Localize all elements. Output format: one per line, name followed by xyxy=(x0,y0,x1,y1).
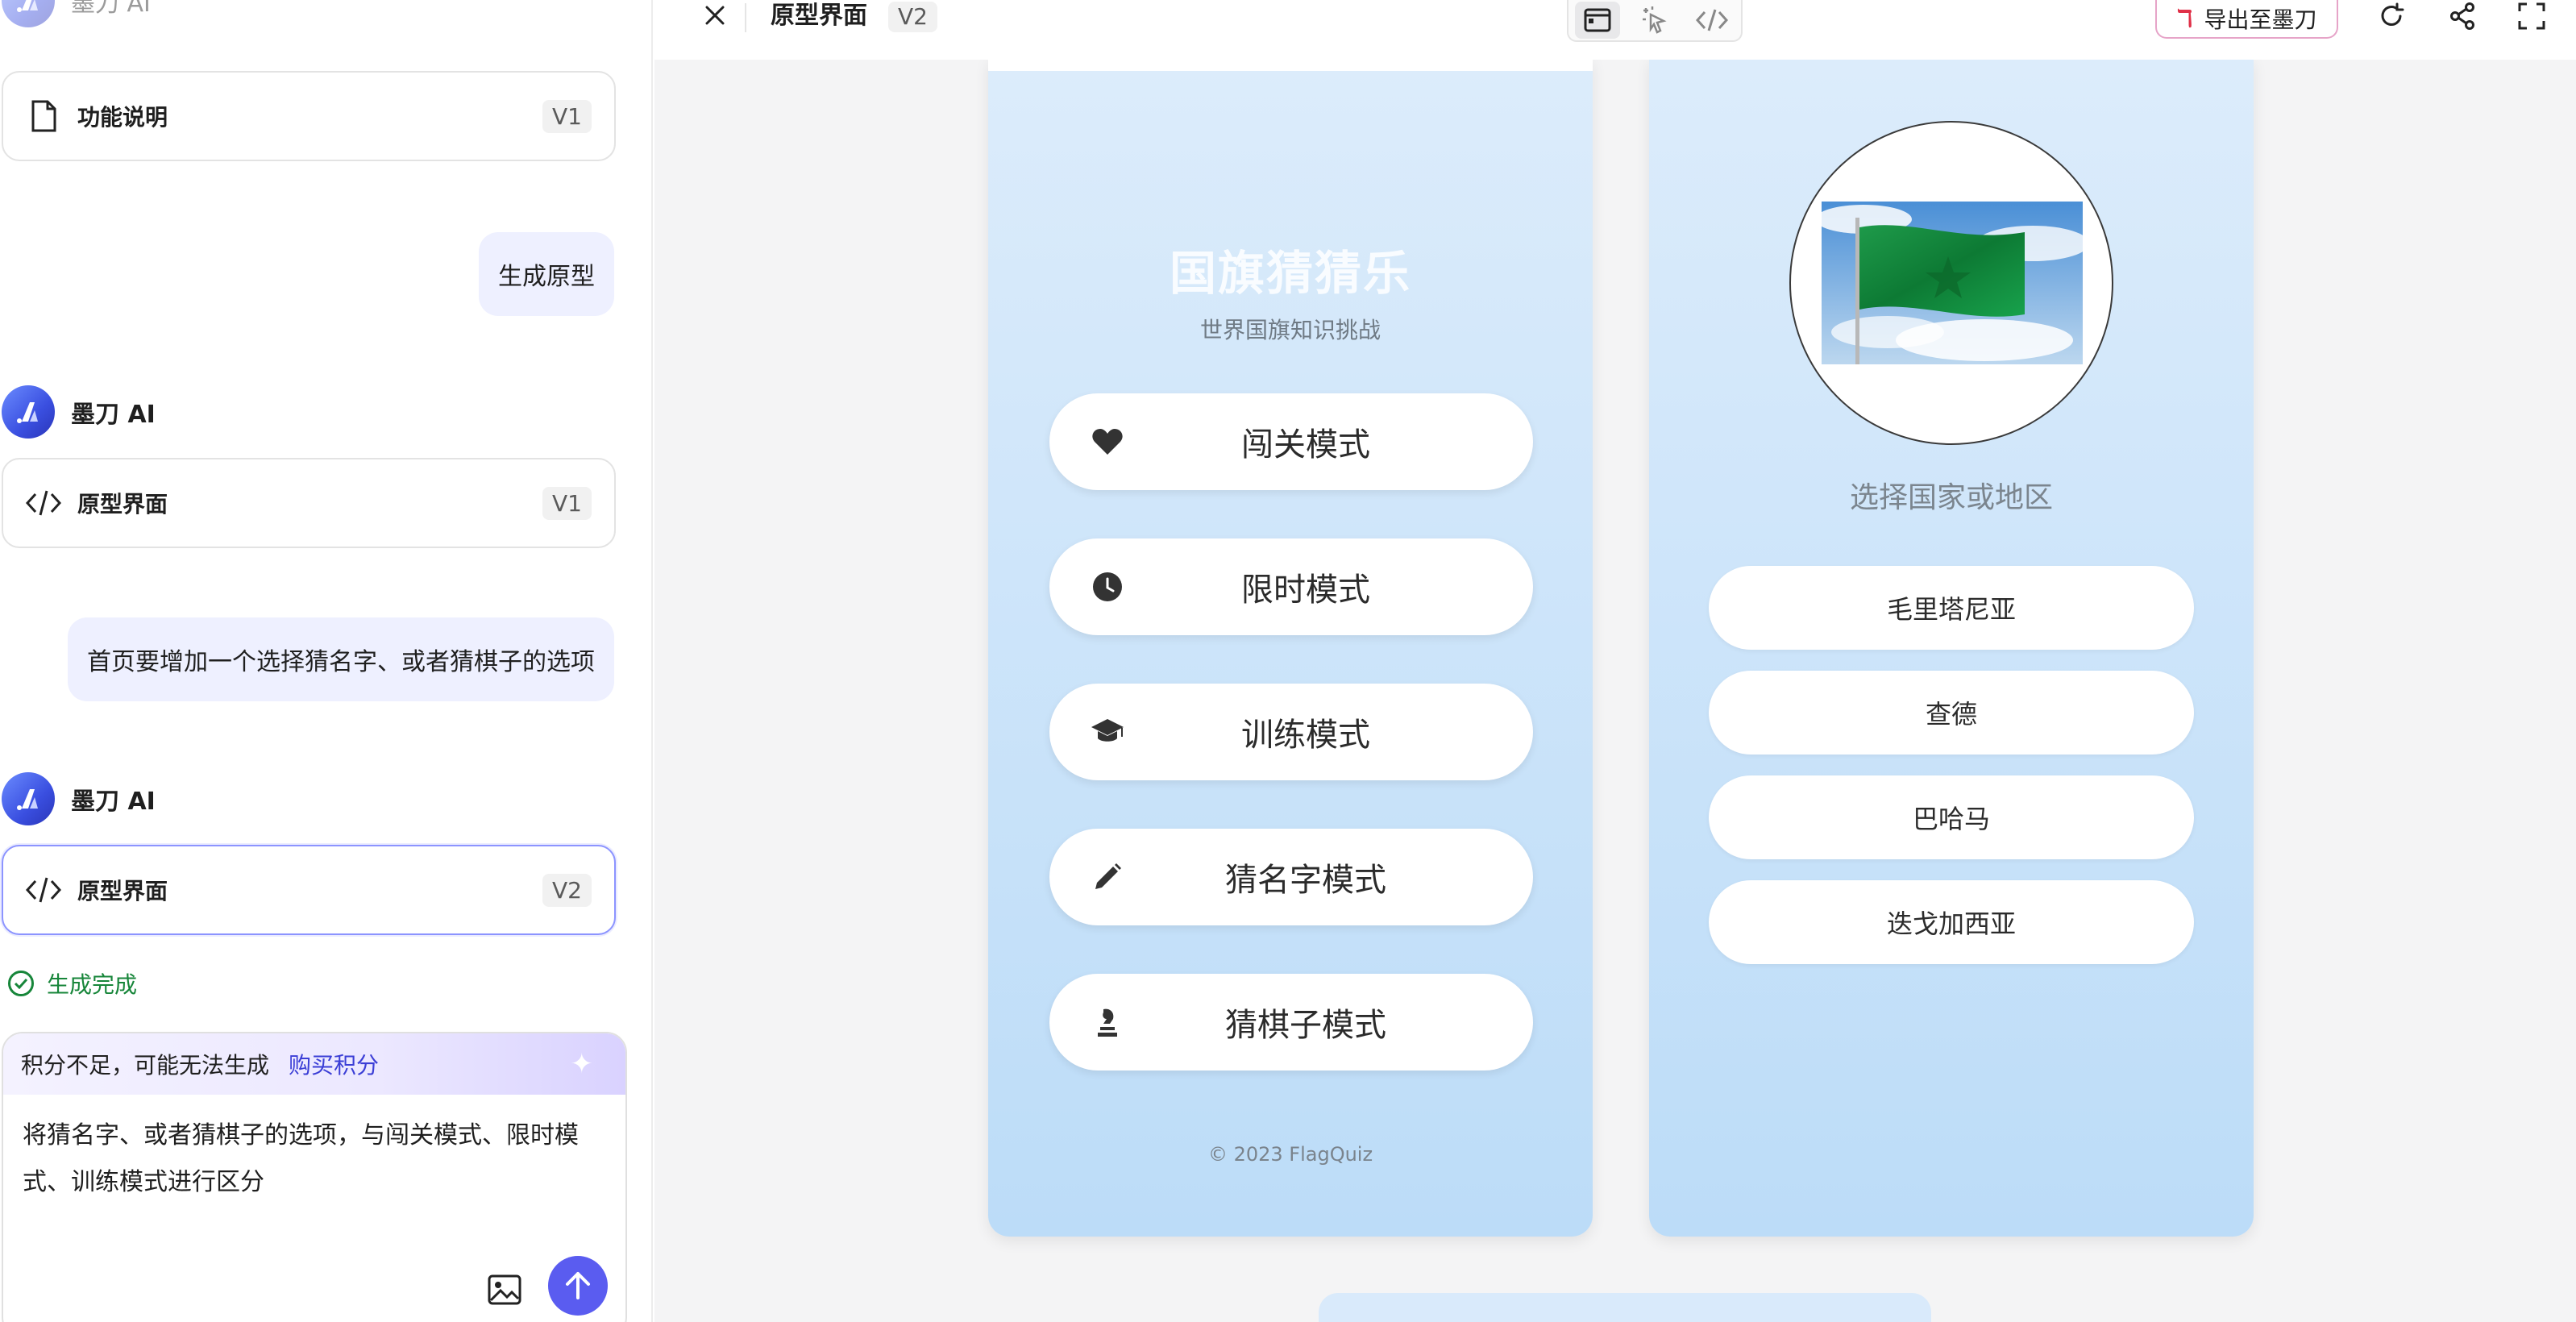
code-icon xyxy=(26,485,61,521)
mode-button-challenge[interactable]: 闯关模式 xyxy=(1049,393,1533,490)
image-upload-button[interactable] xyxy=(482,1267,527,1312)
moadao-logo-icon xyxy=(17,402,38,423)
modao-brand-icon: ℸ xyxy=(2176,4,2193,33)
buy-credits-link[interactable]: 购买积分 xyxy=(289,1048,379,1080)
close-button[interactable] xyxy=(695,0,735,35)
heart-icon xyxy=(1090,424,1125,459)
message-composer: 积分不足，可能无法生成 购买积分 ✦ 将猜名字、或者猜棋子的选项，与闯关模式、限… xyxy=(2,1032,627,1322)
phone-screen-peek xyxy=(1319,1293,1931,1322)
ai-header: 墨刀 AI xyxy=(2,771,156,827)
file-name: 原型界面 xyxy=(77,491,168,518)
window-icon xyxy=(1584,8,1611,32)
refresh-button[interactable] xyxy=(2371,0,2412,32)
version-badge: V1 xyxy=(542,486,592,520)
flag-image-frame xyxy=(1789,121,2113,445)
message-input[interactable]: 将猜名字、或者猜棋子的选项，与闯关模式、限时模式、训练模式进行区分 xyxy=(3,1095,600,1224)
code-icon xyxy=(26,872,61,908)
file-card-prototype-v1[interactable]: 原型界面 V1 xyxy=(2,458,616,548)
question-prompt: 选择国家或地区 xyxy=(1849,481,2053,514)
ai-header: 墨刀 AI xyxy=(2,384,156,440)
chat-panel: 墨刀 AI 功能说明 V1 生成原型 墨刀 AI 原型界面 V1 首页要增加一个… xyxy=(0,0,653,1322)
answer-option[interactable]: 巴哈马 xyxy=(1709,775,2194,859)
answer-option[interactable]: 毛里塔尼亚 xyxy=(1709,566,2194,650)
code-icon xyxy=(1696,9,1729,31)
preview-title: 原型界面 xyxy=(771,2,867,30)
clock-icon xyxy=(1090,569,1125,605)
ai-avatar xyxy=(2,772,55,825)
credit-notice-text: 积分不足，可能无法生成 xyxy=(21,1052,270,1079)
mode-button-timed[interactable]: 限时模式 xyxy=(1049,538,1533,635)
view-mode-switcher xyxy=(1567,0,1743,42)
arrow-up-icon xyxy=(566,1272,590,1299)
preview-mode-button[interactable] xyxy=(1574,2,1620,39)
moadao-logo-icon xyxy=(17,789,38,810)
close-icon xyxy=(705,6,725,25)
ai-name: 墨刀 AI xyxy=(71,788,156,816)
moadao-logo-icon xyxy=(17,0,38,12)
check-circle-icon xyxy=(8,971,34,996)
fullscreen-icon xyxy=(2518,2,2545,30)
answer-option[interactable]: 查德 xyxy=(1709,671,2194,755)
export-label: 导出至墨刀 xyxy=(2204,6,2317,33)
ai-avatar xyxy=(2,0,55,27)
ai-name: 墨刀 AI xyxy=(71,401,156,429)
fullscreen-button[interactable] xyxy=(2512,0,2552,32)
file-card-prototype-v2[interactable]: 原型界面 V2 xyxy=(2,845,616,935)
document-icon xyxy=(26,98,61,134)
version-badge[interactable]: V2 xyxy=(888,2,937,32)
app-title: 国旗猜猜乐 xyxy=(1169,246,1411,301)
mode-button-guess-chess[interactable]: 猜棋子模式 xyxy=(1049,974,1533,1070)
file-name: 原型界面 xyxy=(77,878,168,904)
ai-name: 墨刀 AI xyxy=(71,0,151,18)
divider xyxy=(745,3,746,32)
send-button[interactable] xyxy=(548,1256,608,1316)
preview-panel: 国旗猜猜乐 世界国旗知识挑战 闯关模式 限时模式 训练模式 猜名字模式 猜棋子模… xyxy=(654,0,2576,1322)
flag-image xyxy=(1815,202,2089,364)
share-button[interactable] xyxy=(2442,0,2483,32)
chess-piece-icon xyxy=(1090,1004,1125,1040)
phone-screen-quiz: 选择国家或地区 毛里塔尼亚 查德 巴哈马 迭戈加西亚 xyxy=(1649,58,2254,1237)
select-mode-button[interactable] xyxy=(1632,2,1677,39)
answer-option[interactable]: 迭戈加西亚 xyxy=(1709,880,2194,964)
ai-avatar xyxy=(2,385,55,439)
sparkle-icon: ✦ xyxy=(570,1048,594,1080)
image-icon xyxy=(488,1274,521,1305)
graduation-cap-icon xyxy=(1090,714,1125,750)
pencil-icon xyxy=(1090,859,1125,895)
export-to-modao-button[interactable]: ℸ 导出至墨刀 xyxy=(2155,0,2338,39)
refresh-icon xyxy=(2381,2,2404,26)
preview-toolbar: 原型界面 V2 ℸ 导出至墨刀 xyxy=(654,0,2576,60)
share-icon xyxy=(2450,2,2474,30)
version-badge: V2 xyxy=(542,873,592,907)
credit-notice: 积分不足，可能无法生成 购买积分 ✦ xyxy=(3,1033,625,1095)
mode-button-guess-name[interactable]: 猜名字模式 xyxy=(1049,829,1533,925)
app-subtitle: 世界国旗知识挑战 xyxy=(1199,317,1381,343)
version-badge: V1 xyxy=(542,99,592,133)
cursor-sparkle-icon xyxy=(1642,6,1667,34)
mode-button-training[interactable]: 训练模式 xyxy=(1049,684,1533,780)
file-name: 功能说明 xyxy=(77,104,168,131)
app-footer: © 2023 FlagQuiz xyxy=(1207,1143,1373,1166)
phone-screen-home: 国旗猜猜乐 世界国旗知识挑战 闯关模式 限时模式 训练模式 猜名字模式 猜棋子模… xyxy=(988,58,1593,1237)
ai-header-top: 墨刀 AI xyxy=(2,0,151,27)
phone-top-strip xyxy=(988,58,1593,71)
generation-status: 生成完成 xyxy=(8,967,137,1000)
code-mode-button[interactable] xyxy=(1689,2,1735,39)
user-message: 生成原型 xyxy=(479,232,614,316)
user-message: 首页要增加一个选择猜名字、或者猜棋子的选项 xyxy=(68,617,614,701)
file-card-spec[interactable]: 功能说明 V1 xyxy=(2,71,616,161)
status-text: 生成完成 xyxy=(47,971,138,998)
